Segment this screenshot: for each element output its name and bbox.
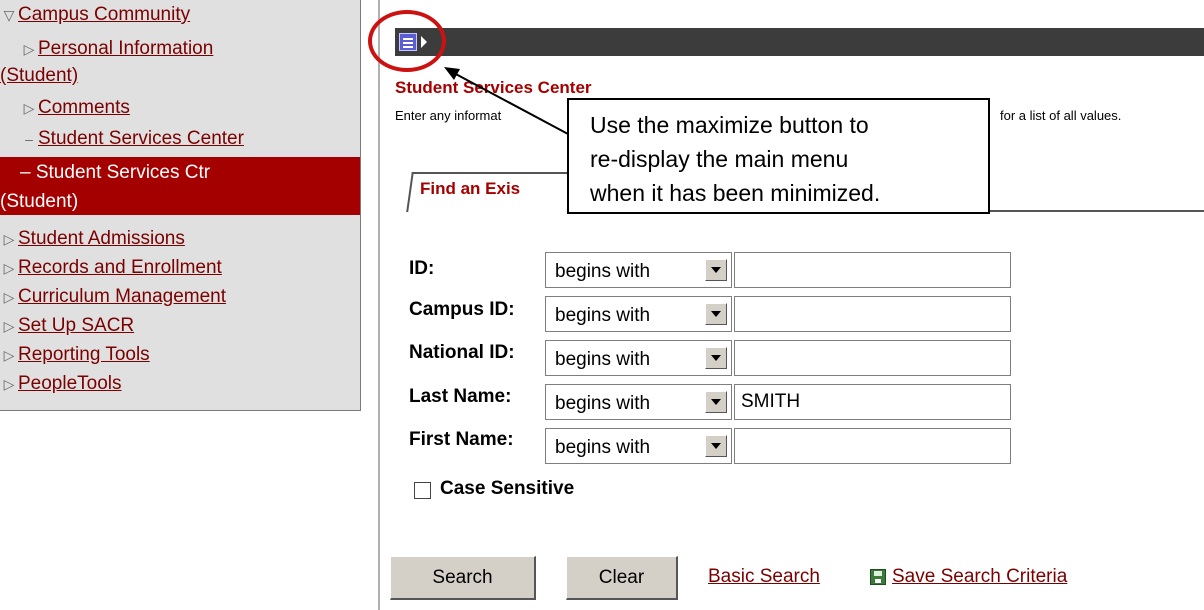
nav-campus-community[interactable]: ▽ Campus Community [0,2,191,28]
nav-selected-line2: (Student) [0,191,79,212]
save-icon[interactable] [870,569,886,585]
collapsed-icon: ▷ [3,376,15,392]
nav-peopletools[interactable]: ▷ PeopleTools [0,371,122,397]
nav-personal-information[interactable]: ▷ Personal Information [20,36,214,62]
search-button[interactable]: Search [390,556,536,600]
nav-student-admissions[interactable]: ▷ Student Admissions [0,226,185,252]
case-sensitive-checkbox[interactable] [414,482,431,499]
dropdown-arrow-icon[interactable] [705,259,727,281]
id-operator-select[interactable]: begins with [545,252,732,288]
collapsed-icon: ▷ [3,289,15,305]
collapsed-icon: ▷ [23,41,35,57]
toolbar [395,28,1204,56]
collapsed-icon: ▷ [3,231,15,247]
nav-records-enrollment[interactable]: ▷ Records and Enrollment [0,255,222,281]
collapsed-icon: ▷ [3,318,15,334]
basic-search-link[interactable]: Basic Search [708,566,820,588]
dropdown-arrow-icon[interactable] [705,303,727,325]
callout-line-3: when it has been minimized. [590,180,881,206]
nav-reporting-tools[interactable]: ▷ Reporting Tools [0,342,150,368]
label-id: ID: [409,258,435,279]
nav-selected-student-services-ctr[interactable]: – Student Services Ctr (Student) [0,157,360,215]
instructions-text: Enter any informat [395,108,502,123]
label-national-id: National ID: [409,342,515,363]
nav-curriculum-management[interactable]: ▷ Curriculum Management [0,284,226,310]
collapsed-icon: ▷ [3,260,15,276]
national-id-operator-select[interactable]: begins with [545,340,732,376]
label-first-name: First Name: [409,429,514,450]
nav-personal-information-line2[interactable]: (Student) [0,63,78,89]
expanded-icon: ▽ [3,7,15,23]
collapsed-icon: ▷ [3,347,15,363]
clear-button[interactable]: Clear [566,556,678,600]
nav-comments[interactable]: ▷ Comments [20,95,130,121]
nav-selected-line1: – Student Services Ctr [20,162,211,183]
panel-divider [378,0,380,610]
id-input[interactable] [734,252,1011,288]
callout-line-2: re-display the main menu [590,146,849,172]
label-last-name: Last Name: [409,386,512,407]
tab-find-existing-label[interactable]: Find an Exis [420,179,520,199]
label-campus-id: Campus ID: [409,299,515,320]
campus-id-input[interactable] [734,296,1011,332]
dropdown-arrow-icon[interactable] [705,435,727,457]
dropdown-arrow-icon[interactable] [705,347,727,369]
campus-id-operator-select[interactable]: begins with [545,296,732,332]
tab-baseline [980,210,1204,212]
case-sensitive-label: Case Sensitive [440,478,575,499]
last-name-operator-select[interactable]: begins with [545,384,732,420]
collapsed-icon: ▷ [23,100,35,116]
save-search-criteria-link[interactable]: Save Search Criteria [892,566,1067,588]
national-id-input[interactable] [734,340,1011,376]
page-title: Student Services Center [395,78,592,97]
callout-box: Use the maximize button to re-display th… [567,98,990,214]
nav-set-up-sacr[interactable]: ▷ Set Up SACR [0,313,135,339]
callout-line-1: Use the maximize button to [590,112,869,138]
nav-student-services-center[interactable]: – Student Services Center [20,126,244,152]
first-name-input[interactable] [734,428,1011,464]
left-navigation: ▽ Campus Community ▷ Personal Information … [0,0,361,411]
dash-icon: – [25,131,33,147]
highlight-circle [368,10,446,72]
last-name-input[interactable] [734,384,1011,420]
instructions-text-end: for a list of all values. [1000,108,1122,123]
dropdown-arrow-icon[interactable] [705,391,727,413]
first-name-operator-select[interactable]: begins with [545,428,732,464]
